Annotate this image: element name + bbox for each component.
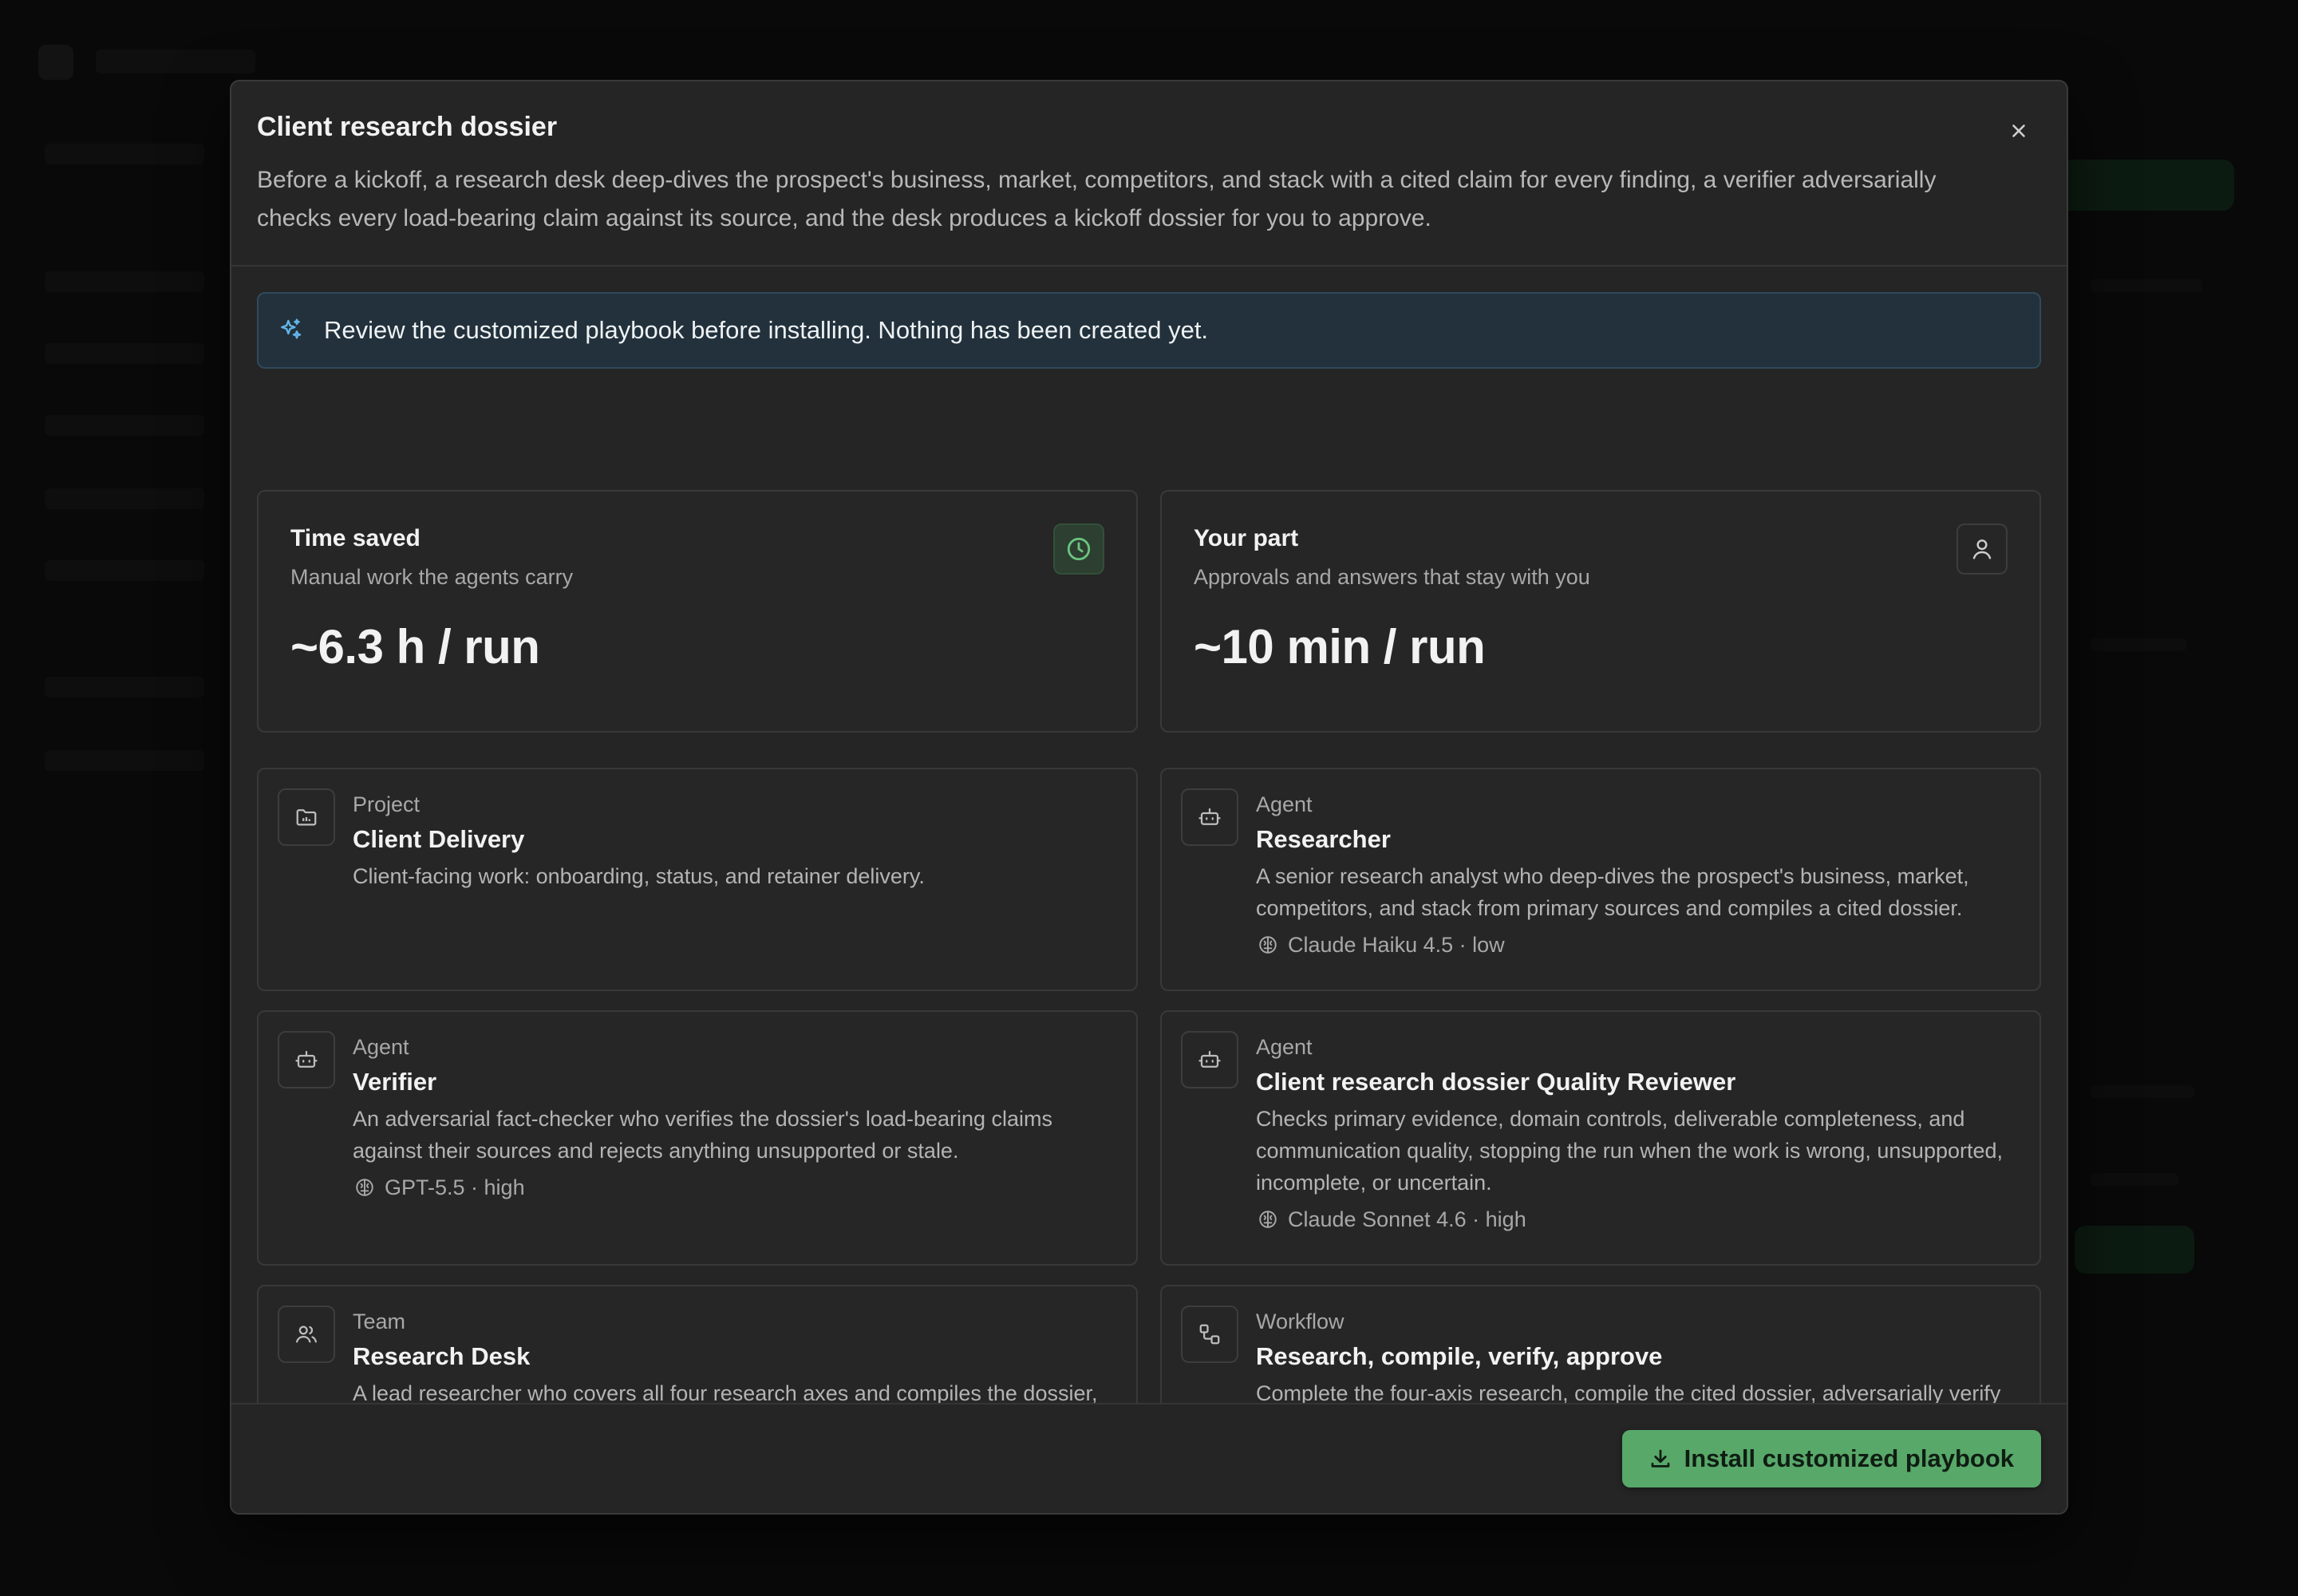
your-part-title: Your part (1194, 525, 1299, 551)
item-name: Researcher (1256, 825, 1391, 853)
project-card: Project Client Delivery Client-facing wo… (257, 768, 1138, 991)
brain-icon (1256, 1207, 1280, 1231)
item-name: Client Delivery (353, 825, 525, 853)
your-part-card: Your part Approvals and answers that sta… (1160, 490, 2041, 733)
modal-footer: Install customized playbook (231, 1403, 2067, 1513)
item-description: A senior research analyst who deep-dives… (1256, 864, 1969, 920)
modal-body[interactable]: Review the customized playbook before in… (231, 267, 2067, 1486)
modal-header: Client research dossier Before a kickoff… (231, 81, 2067, 267)
time-saved-value: ~6.3 h / run (290, 620, 540, 674)
item-kind: Agent (353, 1035, 409, 1059)
item-kind: Project (353, 792, 421, 816)
your-part-value: ~10 min / run (1194, 620, 1486, 674)
time-saved-subtitle: Manual work the agents carry (290, 565, 574, 589)
quality-reviewer-agent-card: Agent Client research dossier Quality Re… (1160, 1010, 2041, 1266)
user-icon (1956, 523, 2008, 575)
item-description: An adversarial fact-checker who verifies… (353, 1107, 1053, 1163)
playbook-modal: Client research dossier Before a kickoff… (230, 80, 2068, 1515)
modal-description: Before a kickoff, a research desk deep-d… (257, 167, 1937, 231)
time-saved-title: Time saved (290, 525, 421, 551)
model-info: Claude Haiku 4.5 · low (1256, 929, 2020, 961)
workflow-icon (1181, 1306, 1238, 1363)
notice-text: Review the customized playbook before in… (324, 316, 1209, 344)
robot-icon (1181, 1031, 1238, 1088)
modal-title: Client research dossier (257, 112, 558, 142)
robot-icon (1181, 788, 1238, 846)
item-kind: Agent (1256, 1035, 1313, 1059)
model-info: Claude Sonnet 4.6 · high (1256, 1203, 2020, 1235)
time-saved-card: Time saved Manual work the agents carry … (257, 490, 1138, 733)
item-name: Verifier (353, 1068, 437, 1096)
item-kind: Workflow (1256, 1310, 1344, 1333)
clock-icon (1053, 523, 1104, 575)
item-name: Research Desk (353, 1342, 531, 1370)
brain-icon (1256, 933, 1280, 957)
close-button[interactable] (2003, 117, 2035, 148)
model-name: Claude Sonnet 4.6 · high (1288, 1207, 1526, 1231)
brain-icon (353, 1175, 377, 1199)
your-part-subtitle: Approvals and answers that stay with you (1194, 565, 1590, 589)
researcher-agent-card: Agent Researcher A senior research analy… (1160, 768, 2041, 991)
download-icon (1648, 1446, 1673, 1472)
item-description: Checks primary evidence, domain controls… (1256, 1107, 2004, 1195)
folder-icon (278, 788, 335, 846)
install-button-label: Install customized playbook (1684, 1444, 2014, 1472)
sparkles-icon (276, 316, 305, 345)
robot-icon (278, 1031, 335, 1088)
item-kind: Agent (1256, 792, 1313, 816)
users-icon (278, 1306, 335, 1363)
close-icon (2008, 120, 2029, 145)
model-name: GPT-5.5 · high (385, 1175, 525, 1199)
verifier-agent-card: Agent Verifier An adversarial fact-check… (257, 1010, 1138, 1266)
item-name: Research, compile, verify, approve (1256, 1342, 1663, 1370)
model-name: Claude Haiku 4.5 · low (1288, 933, 1505, 957)
install-customized-playbook-button[interactable]: Install customized playbook (1621, 1430, 2041, 1487)
item-kind: Team (353, 1310, 406, 1333)
model-info: GPT-5.5 · high (353, 1171, 1117, 1203)
item-name: Client research dossier Quality Reviewer (1256, 1068, 1736, 1096)
item-description: Client-facing work: onboarding, status, … (353, 864, 925, 888)
review-notice: Review the customized playbook before in… (257, 292, 2041, 369)
